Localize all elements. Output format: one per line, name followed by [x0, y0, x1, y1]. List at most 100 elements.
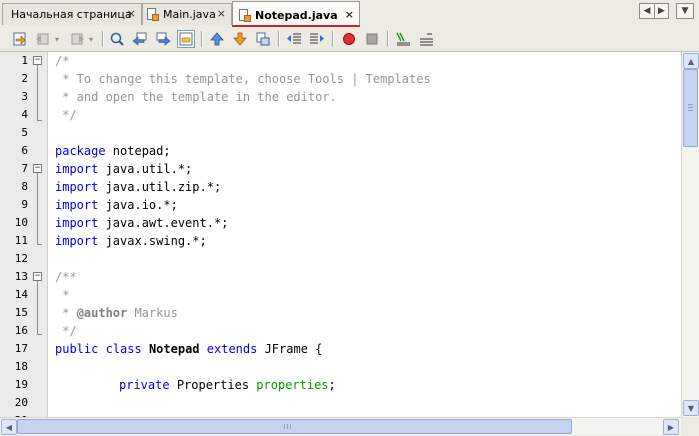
toggle-bookmark-button[interactable]	[254, 30, 272, 48]
keyword: extends	[206, 342, 258, 356]
next-bookmark-button[interactable]	[231, 30, 249, 48]
close-tab-icon[interactable]: ×	[127, 7, 136, 20]
start-macro-recording-button[interactable]	[340, 30, 358, 48]
grip-line	[688, 104, 693, 105]
code-rest: javax.swing.*;	[98, 234, 207, 248]
find-selection-button[interactable]	[108, 30, 126, 48]
code-line: 15 * @author Markus	[0, 304, 681, 322]
keyword: import	[55, 216, 99, 230]
keyword: public	[55, 342, 99, 356]
find-selection-icon	[110, 32, 124, 46]
collapse-fold-icon[interactable]: −	[33, 272, 42, 281]
toggle-highlight-icon	[179, 32, 193, 46]
toggle-bookmark-icon	[256, 32, 270, 46]
collapse-fold-icon[interactable]: −	[33, 164, 42, 173]
back-dropdown-button[interactable]: ▾	[51, 30, 63, 48]
previous-bookmark-button[interactable]	[208, 30, 226, 48]
show-opened-documents-button[interactable]: ▼	[676, 3, 694, 19]
collapse-fold-icon[interactable]: −	[33, 56, 42, 65]
code-text: public class Notepad extends JFrame {	[55, 340, 322, 358]
horizontal-scrollbar[interactable]: ◀ ▶	[0, 417, 681, 435]
close-tab-icon[interactable]: ×	[217, 7, 226, 20]
code-text: import java.awt.event.*;	[55, 214, 228, 232]
code-line: 7 − import java.util.*;	[0, 160, 681, 178]
find-previous-button[interactable]	[131, 30, 149, 48]
vertical-scroll-thumb[interactable]	[683, 69, 698, 147]
uncomment-button[interactable]	[417, 30, 435, 48]
find-next-icon	[156, 32, 171, 46]
code-rest: notepad;	[105, 144, 171, 158]
code-line: 3 * and open the template in the editor.	[0, 88, 681, 106]
chevron-left-icon: ◀	[643, 6, 651, 16]
editor-toolbar: ▾ ▾	[0, 27, 699, 52]
comment-button[interactable]	[394, 30, 412, 48]
javadoc-tag: @author	[76, 306, 128, 320]
line-number: 1	[21, 54, 28, 67]
forward-button[interactable]	[68, 30, 86, 48]
arrow-right-icon: ▶	[667, 422, 675, 432]
code-rest: JFrame {	[264, 342, 323, 356]
shift-line-left-button[interactable]	[285, 30, 303, 48]
code-text: import java.io.*;	[55, 196, 178, 214]
line-number: 15	[14, 306, 28, 319]
tab-start-page[interactable]: Начальная страница ×	[2, 3, 142, 25]
forward-dropdown-button[interactable]: ▾	[85, 30, 97, 48]
find-next-button[interactable]	[154, 30, 172, 48]
last-edit-button[interactable]	[11, 30, 29, 48]
grip-line	[284, 424, 285, 429]
grip-line	[287, 424, 288, 429]
previous-bookmark-icon	[210, 32, 224, 46]
arrow-up-icon: ▲	[687, 56, 695, 66]
tab-label: Main.java	[163, 8, 216, 21]
scroll-tabs-left-button[interactable]: ◀	[639, 3, 654, 19]
code-line: 4 */	[0, 106, 681, 124]
code-text: import java.util.zip.*;	[55, 178, 221, 196]
toggle-highlight-search-button[interactable]	[177, 30, 195, 48]
stop-macro-recording-button[interactable]	[363, 30, 381, 48]
chevron-down-icon: ▾	[54, 34, 59, 44]
tab-main-java[interactable]: Main.java ×	[142, 3, 232, 25]
scroll-right-button[interactable]: ▶	[663, 419, 679, 435]
close-tab-icon[interactable]: ×	[345, 8, 354, 21]
line-number: 16	[14, 324, 28, 337]
back-icon	[36, 33, 49, 45]
toolbar-separator	[278, 31, 279, 47]
scroll-down-button[interactable]: ▼	[683, 400, 699, 416]
line-number: 9	[21, 198, 28, 211]
code-text: * and open the template in the editor.	[55, 90, 337, 104]
code-line: 1 − /*	[0, 52, 681, 70]
java-file-icon	[239, 8, 251, 22]
grip-line	[688, 110, 693, 111]
code-rest: java.util.*;	[98, 162, 193, 176]
line-number: 6	[21, 144, 28, 157]
scroll-tabs-right-button[interactable]: ▶	[654, 3, 669, 19]
code-rest: java.awt.event.*;	[98, 216, 229, 230]
keyword: import	[55, 198, 99, 212]
toolbar-separator	[201, 31, 202, 47]
scroll-left-button[interactable]: ◀	[1, 419, 17, 435]
grip-line	[688, 107, 693, 108]
vertical-scrollbar[interactable]: ▲ ▼	[681, 52, 699, 417]
code-rest: ;	[328, 378, 336, 392]
tab-notepad-java[interactable]: Notepad.java ×	[232, 1, 360, 28]
line-number: 3	[21, 90, 28, 103]
horizontal-scroll-thumb[interactable]	[17, 419, 572, 434]
code-line: 9 import java.io.*;	[0, 196, 681, 214]
tab-label: Notepad.java	[255, 8, 338, 22]
code-line: 16 */	[0, 322, 681, 340]
line-number: 7	[21, 162, 28, 175]
code-line: 19 private Properties properties;	[0, 376, 681, 394]
line-number: 10	[14, 216, 28, 229]
tab-label: Начальная страница	[11, 8, 132, 21]
shift-line-right-button[interactable]	[308, 30, 326, 48]
code-text: private Properties properties;	[119, 376, 336, 394]
back-button[interactable]	[34, 30, 52, 48]
keyword: import	[55, 234, 99, 248]
scroll-up-button[interactable]: ▲	[683, 53, 699, 69]
code-line: 11 import javax.swing.*;	[0, 232, 681, 250]
toolbar-separator	[332, 31, 333, 47]
code-line: 5	[0, 124, 681, 142]
code-editor[interactable]: 1 − /* 2 * To change this template, choo…	[0, 52, 681, 417]
code-line: 12	[0, 250, 681, 268]
chevron-right-icon: ▶	[658, 6, 665, 16]
